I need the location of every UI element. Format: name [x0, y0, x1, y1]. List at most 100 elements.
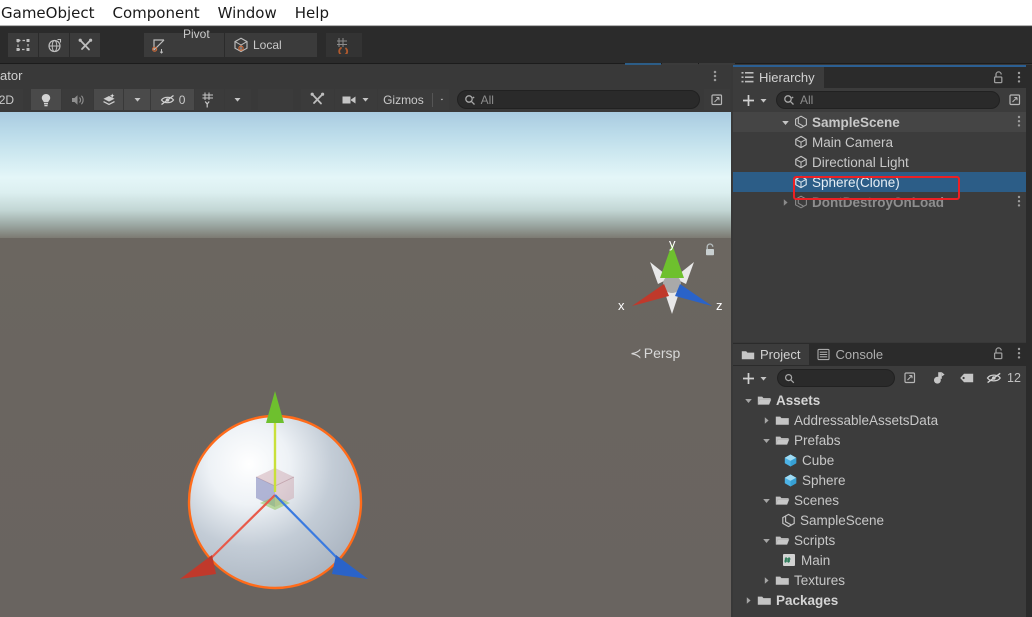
expand-triangle-right-icon[interactable] — [741, 596, 755, 605]
unity-editor-window: GameObject Component Window Help Pivot L… — [0, 0, 1032, 617]
scene-fx-dropdown[interactable] — [124, 89, 151, 110]
effects-layers-icon — [101, 92, 117, 108]
scene-fx-toggle[interactable] — [94, 89, 124, 110]
search-icon — [783, 94, 795, 106]
projection-mode-label[interactable]: ≺ Persp — [630, 345, 680, 362]
project-row-addressableassetsdata[interactable]: AddressableAssetsData — [733, 410, 1030, 430]
expand-triangle-down-icon[interactable] — [759, 436, 773, 445]
scene-view-menu-button[interactable] — [709, 68, 721, 84]
project-row-textures[interactable]: Textures — [733, 570, 1030, 590]
hierarchy-search-input[interactable]: All — [776, 91, 1000, 109]
hierarchy-row-label: Sphere(Clone) — [812, 174, 900, 190]
project-row-main[interactable]: Main — [733, 550, 1030, 570]
hierarchy-row-dontdestroyonload[interactable]: DontDestroyOnLoad — [733, 192, 1030, 212]
hierarchy-tree[interactable]: SampleScene Main Camera Directional Ligh… — [733, 112, 1030, 342]
scene-view-panel: ator 2D 0 Gizmos All y x z ≺ Persp — [0, 65, 731, 617]
gizmos-label: Gizmos — [383, 92, 424, 107]
project-tree[interactable]: Assets AddressableAssetsData Prefabs Cub… — [733, 390, 1030, 617]
transform-tool-button[interactable] — [39, 33, 69, 57]
gizmos-button[interactable]: Gizmos — [378, 89, 449, 110]
tools-icon — [309, 91, 326, 108]
project-hidden-count[interactable]: 12 — [981, 371, 1026, 385]
tab-hierarchy[interactable]: Hierarchy — [733, 67, 824, 88]
project-row-cube[interactable]: Cube — [733, 450, 1030, 470]
toggle-2d-button[interactable]: 2D — [0, 89, 23, 110]
expand-triangle-down-icon[interactable] — [759, 536, 773, 545]
project-search-input[interactable] — [777, 369, 895, 387]
scene-blank-button[interactable] — [258, 89, 294, 110]
menu-item-window[interactable]: Window — [209, 0, 286, 26]
grid-y-icon — [200, 91, 218, 109]
hierarchy-search-expand-button[interactable] — [1004, 93, 1026, 107]
folder-open-icon — [755, 394, 773, 407]
scene-visibility-toggle[interactable]: 0 — [151, 89, 194, 110]
hierarchy-row-directional-light[interactable]: Directional Light — [733, 152, 1030, 172]
project-search-expand-button[interactable] — [900, 371, 920, 385]
project-add-button[interactable] — [737, 371, 772, 386]
project-row-label: SampleScene — [800, 512, 885, 528]
project-row-sphere[interactable]: Sphere — [733, 470, 1030, 490]
hierarchy-row-samplescene[interactable]: SampleScene — [733, 112, 1030, 132]
expand-triangle-down-icon[interactable] — [741, 396, 755, 405]
project-row-scenes[interactable]: Scenes — [733, 490, 1030, 510]
project-menu-button[interactable] — [1014, 346, 1024, 361]
expand-triangle-right-icon[interactable] — [779, 198, 792, 207]
custom-editor-tool-button[interactable] — [70, 33, 100, 57]
right-dock-column: Hierarchy All SampleScene Main Camera Di… — [731, 65, 1032, 617]
right-edge-scrollbar[interactable] — [1026, 65, 1032, 617]
tab-project[interactable]: Project — [733, 344, 810, 365]
camera-icon — [341, 94, 358, 106]
project-row-scripts[interactable]: Scripts — [733, 530, 1030, 550]
scene-grid-toggle[interactable] — [194, 89, 224, 110]
tab-console-label: Console — [835, 347, 884, 362]
project-toolbar: 12 — [733, 366, 1030, 390]
folder-open-icon — [773, 434, 791, 447]
project-row-samplescene[interactable]: SampleScene — [733, 510, 1030, 530]
persp-text: Persp — [643, 345, 681, 361]
expand-triangle-down-icon[interactable] — [779, 118, 792, 127]
tag-icon — [959, 372, 975, 384]
handle-space-button[interactable]: Local — [225, 33, 317, 57]
hierarchy-add-button[interactable] — [737, 93, 772, 108]
scene-lighting-toggle[interactable] — [30, 89, 62, 110]
scene-view-tab[interactable]: ator — [0, 67, 30, 85]
hierarchy-row-label: Main Camera — [812, 134, 894, 150]
project-label-filter-button[interactable] — [953, 372, 981, 384]
sky-background — [0, 112, 731, 238]
menu-item-gameobject[interactable]: GameObject — [0, 0, 104, 26]
gizmo-axis-y-label: y — [669, 236, 676, 251]
expand-triangle-down-icon[interactable] — [759, 496, 773, 505]
grid-snapping-button[interactable] — [326, 33, 362, 57]
scene-component-tools-button[interactable] — [300, 89, 334, 110]
scene-search-input[interactable]: All — [456, 90, 700, 109]
scene-grid-dropdown[interactable] — [224, 89, 251, 110]
gizmo-lock-button[interactable] — [703, 242, 717, 258]
hidden-eye-icon — [160, 93, 178, 107]
project-row-packages[interactable]: Packages — [733, 590, 1030, 610]
hierarchy-row-sphere-clone[interactable]: Sphere(Clone) — [733, 172, 1030, 192]
tab-console[interactable]: Console — [809, 344, 892, 365]
selected-sphere-object[interactable] — [150, 367, 410, 617]
scene-audio-toggle[interactable] — [62, 89, 94, 110]
pivot-mode-button[interactable]: Pivot — [144, 27, 224, 57]
hierarchy-menu-button[interactable] — [1014, 70, 1024, 85]
hierarchy-row-menu-button[interactable] — [1014, 114, 1024, 129]
project-row-assets[interactable]: Assets — [733, 390, 1030, 410]
scene-viewport[interactable]: y x z ≺ Persp — [0, 112, 731, 617]
hierarchy-lock-button[interactable] — [992, 70, 1005, 85]
menu-item-component[interactable]: Component — [104, 0, 209, 26]
scene-search-expand-button[interactable] — [703, 89, 730, 110]
expand-triangle-right-icon[interactable] — [759, 576, 773, 585]
project-row-label: Main — [801, 552, 831, 568]
hierarchy-row-menu-button[interactable] — [1014, 194, 1024, 209]
rect-tool-button[interactable] — [8, 33, 38, 57]
project-lock-button[interactable] — [992, 346, 1005, 361]
scene-camera-button[interactable] — [334, 89, 378, 110]
project-save-filter-button[interactable] — [925, 370, 953, 386]
tools-icon — [77, 37, 94, 54]
persp-chevron-icon: ≺ — [630, 345, 642, 361]
expand-triangle-right-icon[interactable] — [759, 416, 773, 425]
project-row-prefabs[interactable]: Prefabs — [733, 430, 1030, 450]
hierarchy-row-main-camera[interactable]: Main Camera — [733, 132, 1030, 152]
menu-item-help[interactable]: Help — [286, 0, 338, 26]
